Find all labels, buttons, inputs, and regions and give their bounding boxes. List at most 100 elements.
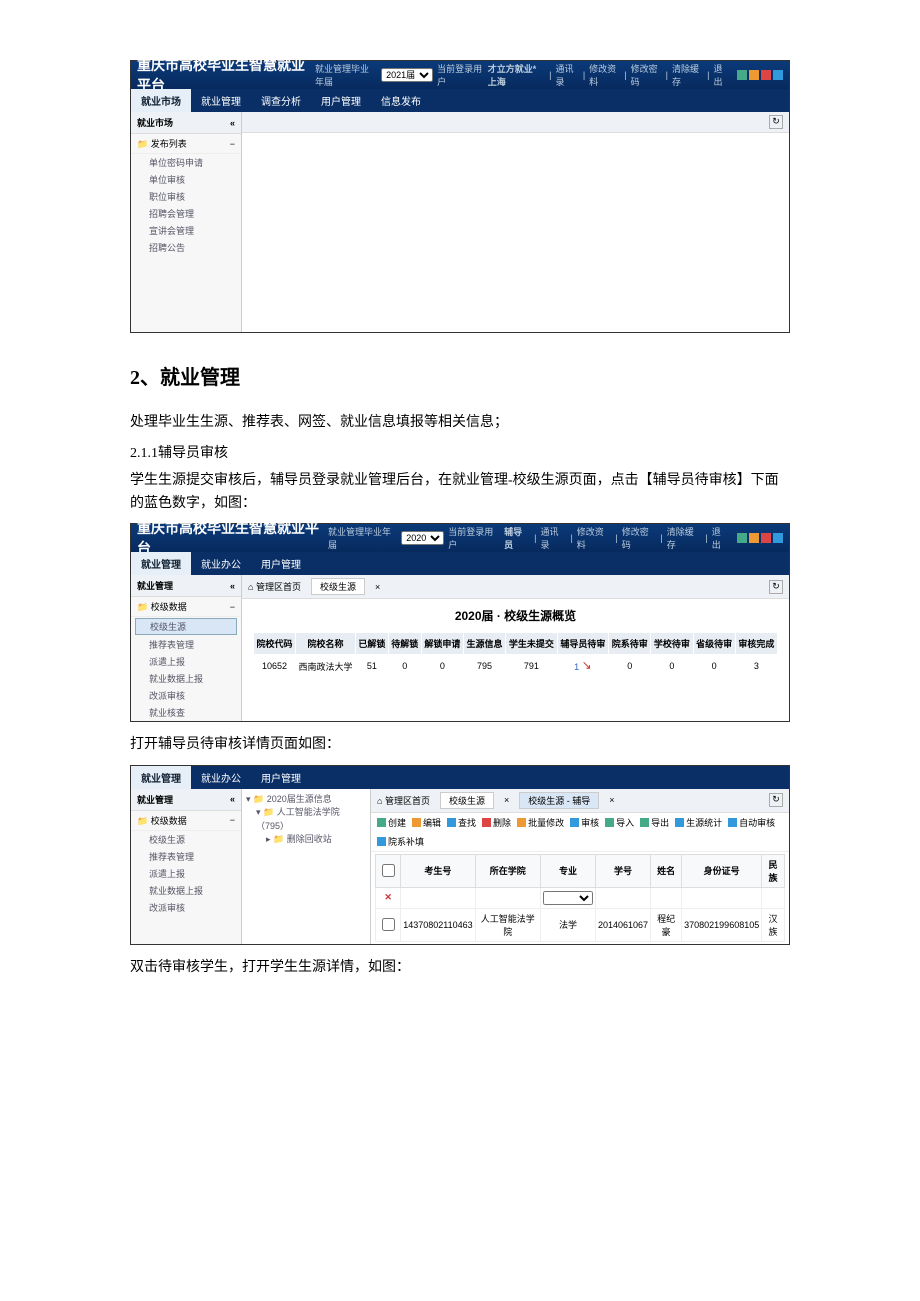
screenshot-1: 重庆市高校毕业生智慧就业平台 就业管理毕业年届 2021届 当前登录用户 才立方… — [130, 60, 790, 333]
minus-icon[interactable]: − — [230, 139, 235, 149]
tree-root[interactable]: ▾ 📁 2020届生源信息 — [246, 793, 366, 807]
btn-batch[interactable]: 批量修改 — [517, 816, 564, 829]
btn-fill[interactable]: 院系补填 — [377, 835, 424, 848]
col-header: 解锁申请 — [421, 633, 463, 655]
link-contacts[interactable]: 通讯录 — [540, 525, 566, 551]
sidebar-item[interactable]: 招聘会管理 — [131, 205, 241, 222]
arrow-icon: ↘ — [582, 658, 592, 672]
major-filter[interactable] — [543, 891, 593, 905]
sidebar-group[interactable]: 📁 发布列表 − — [131, 134, 241, 154]
sidebar-item[interactable]: 派遣上报 — [131, 865, 241, 882]
sidebar-item[interactable]: 改派审核 — [131, 687, 241, 704]
btn-import[interactable]: 导入 — [605, 816, 634, 829]
tab-survey[interactable]: 调查分析 — [251, 89, 311, 112]
tab-user[interactable]: 用户管理 — [251, 766, 311, 789]
sidebar-item[interactable]: 就业核查 — [131, 704, 241, 721]
tab-office[interactable]: 就业办公 — [191, 552, 251, 575]
link-password[interactable]: 修改密码 — [631, 62, 662, 88]
home-icon[interactable]: ⌂ 管理区首页 — [377, 794, 430, 807]
sidebar-item[interactable]: 就业数据上报 — [131, 882, 241, 899]
col-header: 生源信息 — [463, 633, 505, 655]
crumb-page[interactable]: 校级生源 - 辅导 — [519, 792, 599, 809]
reload-button[interactable]: ↻ — [769, 793, 783, 807]
title-bar: 重庆市高校毕业生智慧就业平台 就业管理毕业年届 2020 当前登录用户 辅导员 … — [131, 524, 789, 552]
col-header: 院系待审 — [609, 633, 651, 655]
subsection: 2.1.1辅导员审核 — [130, 442, 790, 462]
top-tabs: 就业市场 就业管理 调查分析 用户管理 信息发布 — [131, 89, 789, 112]
sidebar-item[interactable]: 单位密码申请 — [131, 154, 241, 171]
link-cache[interactable]: 清除缓存 — [672, 62, 703, 88]
sidebar-item[interactable]: 推荐表管理 — [131, 848, 241, 865]
btn-edit[interactable]: 编辑 — [412, 816, 441, 829]
link-logout[interactable]: 退出 — [713, 62, 729, 88]
btn-audit[interactable]: 审核 — [570, 816, 599, 829]
year-select[interactable]: 2021届 — [381, 68, 433, 82]
sidebar-item[interactable]: 校级生源 — [131, 831, 241, 848]
home-icon[interactable]: ⌂ 管理区首页 — [248, 580, 301, 593]
sidebar-head: 就业市场 « — [131, 112, 241, 134]
col-checkbox[interactable] — [376, 854, 401, 887]
tab-user[interactable]: 用户管理 — [311, 89, 371, 112]
crumb-page[interactable]: 校级生源 — [311, 578, 365, 595]
reload-button[interactable]: ↻ — [769, 115, 783, 129]
col-header: 身份证号 — [682, 854, 762, 887]
clear-filter[interactable]: ✕ — [376, 887, 401, 908]
btn-stats[interactable]: 生源统计 — [675, 816, 722, 829]
row-checkbox[interactable] — [382, 918, 395, 931]
top-tabs: 就业管理 就业办公 用户管理 — [131, 766, 789, 789]
color-swatches — [737, 533, 783, 543]
link-logout[interactable]: 退出 — [712, 525, 729, 551]
sidebar-item[interactable]: 改派审核 — [131, 899, 241, 916]
tab-office[interactable]: 就业办公 — [191, 766, 251, 789]
link-cache[interactable]: 清除缓存 — [667, 525, 702, 551]
reload-button[interactable]: ↻ — [769, 580, 783, 594]
link-password[interactable]: 修改密码 — [622, 525, 657, 551]
link-contacts[interactable]: 通讯录 — [556, 62, 579, 88]
sidebar: 就业管理« 📁 校级数据− 校级生源 推荐表管理 派遣上报 就业数据上报 改派审… — [131, 789, 242, 944]
screenshot-2: 重庆市高校毕业生智慧就业平台 就业管理毕业年届 2020 当前登录用户 辅导员 … — [130, 523, 790, 722]
col-header: 学生未提交 — [506, 633, 557, 655]
collapse-icon[interactable]: « — [230, 581, 235, 591]
col-header: 辅导员待审 — [557, 633, 608, 655]
sidebar-item[interactable]: 单位审核 — [131, 171, 241, 188]
overview-title: 2020届 · 校级生源概览 — [242, 599, 789, 632]
pending-number[interactable]: 1 ↘ — [557, 655, 608, 678]
collapse-icon[interactable]: « — [230, 794, 235, 804]
col-header: 专业 — [540, 854, 595, 887]
tab-info[interactable]: 信息发布 — [371, 89, 431, 112]
crumb-mid[interactable]: 校级生源 — [440, 792, 494, 809]
student-grid: 考生号 所在学院 专业 学号 姓名 身份证号 民族 ✕ — [375, 854, 785, 942]
sidebar-item[interactable]: 职位审核 — [131, 188, 241, 205]
paragraph: 学生生源提交审核后，辅导员登录就业管理后台，在就业管理-校级生源页面，点击【辅导… — [130, 470, 790, 515]
tab-user[interactable]: 用户管理 — [251, 552, 311, 575]
sidebar-item-selected[interactable]: 校级生源 — [135, 618, 237, 635]
user-label: 当前登录用户 — [448, 525, 500, 551]
sidebar-item[interactable]: 就业数据上报 — [131, 670, 241, 687]
paragraph: 处理毕业生生源、推荐表、网签、就业信息填报等相关信息； — [130, 412, 790, 434]
tab-market[interactable]: 就业市场 — [131, 89, 191, 112]
btn-auto[interactable]: 自动审核 — [728, 816, 775, 829]
table-row[interactable]: 14370802110463 人工智能法学院 法学 2014061067 程纪豪… — [376, 908, 785, 941]
sidebar-item[interactable]: 推荐表管理 — [131, 636, 241, 653]
btn-export[interactable]: 导出 — [640, 816, 669, 829]
sidebar-item[interactable]: 招聘公告 — [131, 239, 241, 256]
collapse-icon[interactable]: « — [230, 118, 235, 128]
tab-manage[interactable]: 就业管理 — [191, 89, 251, 112]
year-select[interactable]: 2020 — [401, 531, 444, 545]
tab-manage[interactable]: 就业管理 — [131, 552, 191, 575]
minus-icon[interactable]: − — [230, 602, 235, 612]
btn-search[interactable]: 查找 — [447, 816, 476, 829]
tab-manage[interactable]: 就业管理 — [131, 766, 191, 789]
sidebar-item[interactable]: 宣讲会管理 — [131, 222, 241, 239]
minus-icon[interactable]: − — [230, 815, 235, 825]
btn-delete[interactable]: 删除 — [482, 816, 511, 829]
col-header: 考生号 — [401, 854, 475, 887]
link-profile[interactable]: 修改资料 — [589, 62, 620, 88]
sidebar-item[interactable]: 派遣上报 — [131, 653, 241, 670]
tree-node[interactable]: ▾ 📁 人工智能法学院（795） — [246, 806, 366, 833]
link-profile[interactable]: 修改资料 — [577, 525, 612, 551]
btn-create[interactable]: 创建 — [377, 816, 406, 829]
table-row[interactable]: 10652 西南政法大学 51 0 0 795 791 1 ↘ 0 0 0 3 — [253, 655, 777, 678]
tree-leaf[interactable]: ▸ 📁 删除回收站 — [246, 833, 366, 847]
col-header: 所在学院 — [475, 854, 540, 887]
